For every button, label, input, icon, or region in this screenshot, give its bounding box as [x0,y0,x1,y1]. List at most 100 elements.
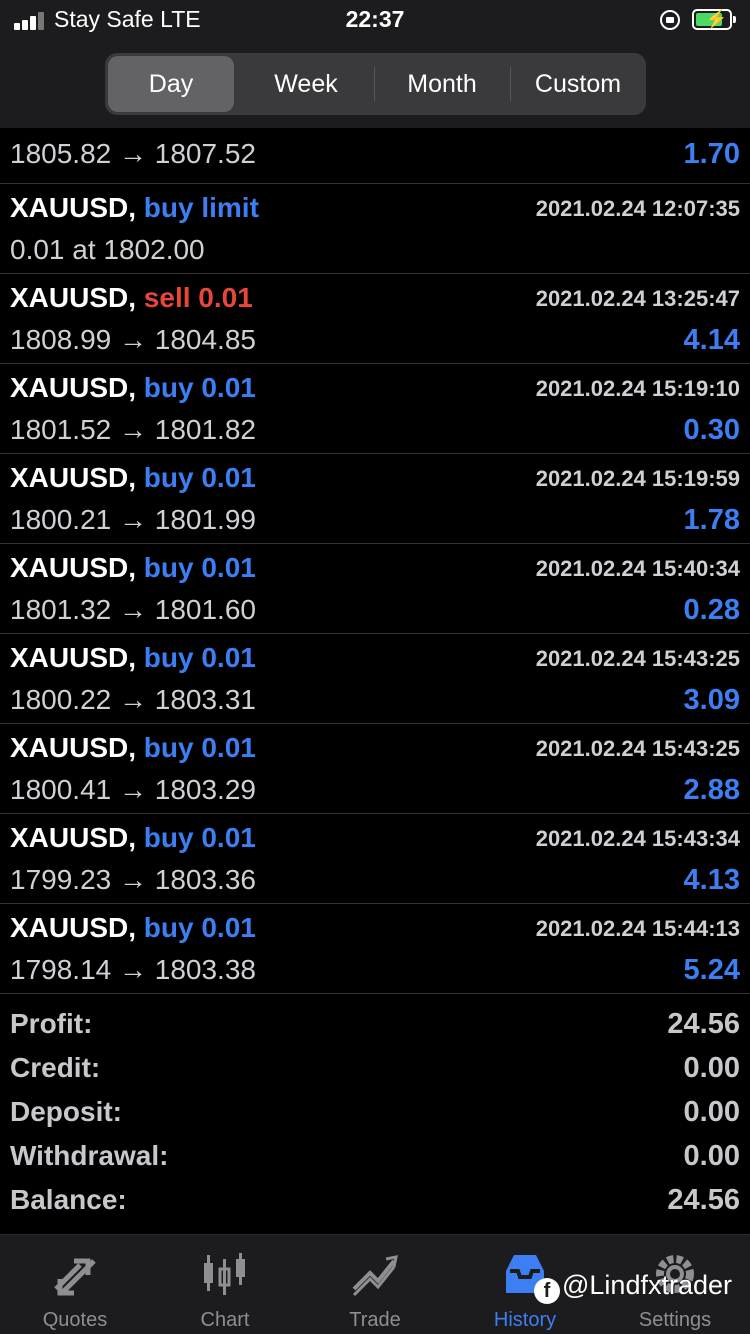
tab-day[interactable]: Day [108,56,234,112]
deal-profit: 0.28 [683,594,740,626]
deal-time: 2021.02.24 15:43:25 [535,736,740,761]
list-item[interactable]: XAUUSD, buy 0.01 2021.02.24 15:43:34 1799.… [0,814,750,904]
deal-title: XAUUSD, buy 0.01 [10,372,256,404]
deal-profit: 3.09 [683,684,740,716]
tab-custom[interactable]: Custom [511,56,645,112]
tab-week[interactable]: Week [241,56,371,112]
deal-title: XAUUSD, buy 0.01 [10,912,256,944]
deal-prices: 1805.82 → 1807.52 [10,138,256,169]
deal-action: sell 0.01 [143,282,253,313]
deal-prices: 1801.32 → 1801.60 [10,594,256,625]
deal-time: 2021.02.24 12:07:35 [535,196,740,221]
status-bar: Stay Safe LTE 22:37 ⚡ [0,0,750,42]
deal-symbol: XAUUSD, [10,462,137,493]
deal-action: buy 0.01 [143,462,256,493]
quotes-icon [54,1258,96,1296]
deal-title: XAUUSD, sell 0.01 [10,282,253,314]
tab-quotes[interactable]: Quotes [0,1235,150,1334]
orientation-lock-icon [660,10,680,30]
summary-value: 24.56 [667,1008,740,1040]
tab-label: Chart [200,1309,250,1331]
deal-title: XAUUSD, buy 0.01 [10,642,256,674]
deal-title: XAUUSD, buy limit [10,192,259,224]
chart-icon [204,1253,245,1295]
tab-label: History [493,1309,557,1331]
deal-action: buy 0.01 [143,642,256,673]
deal-title: XAUUSD, buy 0.01 [10,732,256,764]
summary-row: Credit: 0.00 [0,1048,750,1092]
list-item[interactable]: XAUUSD, buy limit 2021.02.24 12:07:35 0.01… [0,184,750,274]
list-item[interactable]: XAUUSD, sell 0.01 2021.02.24 13:25:47 1808… [0,274,750,364]
deal-profit: 4.13 [683,864,740,896]
summary-row: Balance: 24.56 [0,1180,750,1224]
deal-action: buy 0.01 [143,912,256,943]
watermark-text: @Lindfxtrader [562,1270,732,1300]
battery-icon: ⚡ [692,9,736,30]
summary-section: Profit: 24.56 Credit: 0.00 Deposit: 0.00 Withd… [0,1004,750,1230]
deal-action: buy 0.01 [143,822,256,853]
deal-prices: 1800.22 → 1803.31 [10,684,256,715]
deal-time: 2021.02.24 15:44:13 [535,916,740,941]
summary-label: Withdrawal: [10,1140,169,1171]
list-item[interactable]: 1805.82 → 1807.52 1.70 [0,128,750,184]
deal-time: 2021.02.24 13:25:47 [535,286,740,311]
deal-symbol: XAUUSD, [10,282,137,313]
deal-prices: 1799.23 → 1803.36 [10,864,256,895]
facebook-icon: f [534,1278,560,1304]
deal-symbol: XAUUSD, [10,912,137,943]
tab-label: Quotes [42,1309,108,1331]
watermark: f @Lindfxtrader [534,1270,732,1304]
deal-symbol: XAUUSD, [10,822,137,853]
deal-action: buy 0.01 [143,552,256,583]
summary-label: Balance: [10,1184,127,1215]
period-selector: Day Week Month Custom [105,53,646,115]
list-item[interactable]: XAUUSD, buy 0.01 2021.02.24 15:19:10 1801.… [0,364,750,454]
deal-action: buy 0.01 [143,372,256,403]
deal-time: 2021.02.24 15:19:10 [535,376,740,401]
deal-symbol: XAUUSD, [10,552,137,583]
deal-time: 2021.02.24 15:40:34 [535,556,740,581]
history-list[interactable]: 1805.82 → 1807.52 1.70 XAUUSD, buy limit… [0,128,750,994]
divider [374,67,375,101]
deal-profit: 1.78 [683,504,740,536]
deal-profit: 2.88 [683,774,740,806]
tab-label: Settings [638,1309,712,1331]
deal-title: XAUUSD, buy 0.01 [10,462,256,494]
deal-prices: 1808.99 → 1804.85 [10,324,256,355]
clock: 22:37 [345,6,405,32]
tab-month[interactable]: Month [377,56,507,112]
deal-action: buy limit [143,192,259,223]
summary-row: Deposit: 0.00 [0,1092,750,1136]
summary-row: Withdrawal: 0.00 [0,1136,750,1180]
list-item[interactable]: XAUUSD, buy 0.01 2021.02.24 15:44:13 1798.… [0,904,750,994]
summary-value: 24.56 [667,1184,740,1216]
header: Stay Safe LTE 22:37 ⚡ Day Week Month Cus… [0,0,750,128]
deal-prices: 1801.52 → 1801.82 [10,414,256,445]
list-item[interactable]: XAUUSD, buy 0.01 2021.02.24 15:43:25 1800.… [0,634,750,724]
deal-title: XAUUSD, buy 0.01 [10,552,256,584]
deal-profit: 1.70 [683,138,740,170]
list-item[interactable]: XAUUSD, buy 0.01 2021.02.24 15:40:34 1801.… [0,544,750,634]
summary-row: Profit: 24.56 [0,1004,750,1048]
summary-value: 0.00 [683,1140,740,1172]
deal-prices: 1800.21 → 1801.99 [10,504,256,535]
deal-symbol: XAUUSD, [10,642,137,673]
deal-prices: 1800.41 → 1803.29 [10,774,256,805]
deal-symbol: XAUUSD, [10,732,137,763]
deal-title: XAUUSD, buy 0.01 [10,822,256,854]
summary-value: 0.00 [683,1052,740,1084]
summary-value: 0.00 [683,1096,740,1128]
deal-symbol: XAUUSD, [10,192,137,223]
summary-label: Deposit: [10,1096,122,1127]
tab-label: Trade [349,1309,401,1331]
summary-label: Credit: [10,1052,101,1083]
deal-profit: 4.14 [683,324,740,356]
deal-prices: 1798.14 → 1803.38 [10,954,256,985]
tab-chart[interactable]: Chart [150,1235,300,1334]
list-item[interactable]: XAUUSD, buy 0.01 2021.02.24 15:43:25 1800.… [0,724,750,814]
tab-trade[interactable]: Trade [300,1235,450,1334]
list-item[interactable]: XAUUSD, buy 0.01 2021.02.24 15:19:59 1800.… [0,454,750,544]
deal-symbol: XAUUSD, [10,372,137,403]
deal-time: 2021.02.24 15:43:25 [535,646,740,671]
deal-time: 2021.02.24 15:19:59 [535,466,740,491]
